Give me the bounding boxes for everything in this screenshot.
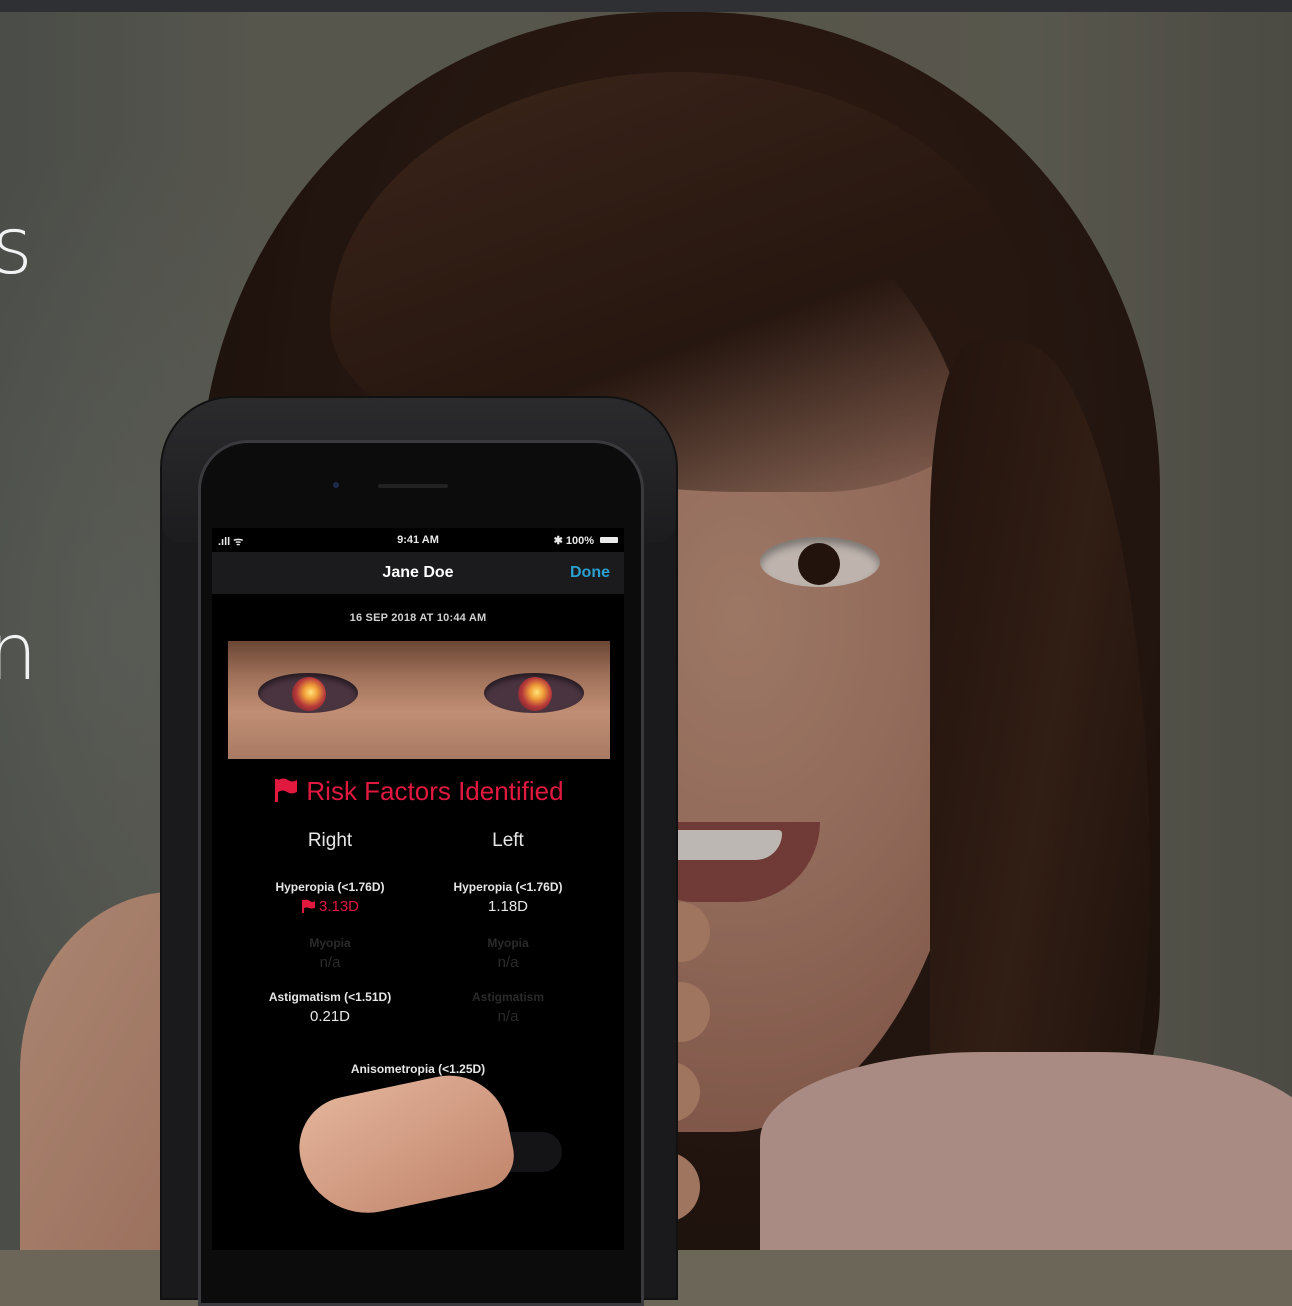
metric-label: Hyperopia (<1.76D) xyxy=(275,880,385,894)
right-eye xyxy=(258,673,358,713)
right-hyperopia-value: 3.13D xyxy=(318,898,360,915)
anisometropia: Anisometropia (<1.25D) xyxy=(212,1062,624,1076)
metric-label: Hyperopia (<1.76D) xyxy=(453,880,563,894)
done-button[interactable]: Done xyxy=(570,564,610,582)
eye-scan-image xyxy=(228,641,610,759)
battery-label: ✱ 100% xyxy=(553,535,594,547)
metric-label: Myopia xyxy=(487,936,529,950)
left-astigmatism: Astigmatism n/a xyxy=(418,990,598,1025)
column-right: Right xyxy=(307,830,353,851)
risk-factors-heading: Risk Factors Identified xyxy=(212,776,624,807)
left-eye xyxy=(484,673,584,713)
speaker-grille xyxy=(378,484,448,488)
metric-value: n/a xyxy=(319,954,341,971)
left-hyperopia: Hyperopia (<1.76D) 1.18D xyxy=(418,880,598,915)
right-astigmatism: Astigmatism (<1.51D) 0.21D xyxy=(240,990,420,1025)
battery-icon xyxy=(600,537,618,543)
metric-value: 1.18D xyxy=(487,898,529,915)
flag-icon xyxy=(301,899,315,913)
exam-timestamp: 16 SEP 2018 AT 10:44 AM xyxy=(349,612,487,624)
right-myopia: Myopia n/a xyxy=(240,936,420,971)
left-pupil-reflex xyxy=(518,677,552,711)
right-pupil-reflex xyxy=(292,677,326,711)
metric-label: Astigmatism (<1.51D) xyxy=(268,990,392,1004)
top-bar xyxy=(0,0,1292,12)
headline-fragment: s xyxy=(0,202,33,292)
right-hyperopia: Hyperopia (<1.76D) 3.13D xyxy=(240,880,420,915)
metric-label: Myopia xyxy=(309,936,351,950)
flag-icon xyxy=(275,778,298,802)
metric-value: 3.13D xyxy=(240,898,420,915)
column-left: Left xyxy=(492,830,524,851)
metric-label: Anisometropia (<1.25D) xyxy=(350,1062,486,1076)
metric-label: Astigmatism xyxy=(471,990,545,1004)
metric-value: n/a xyxy=(497,1008,519,1025)
front-camera-icon xyxy=(333,482,339,488)
metric-value: 0.21D xyxy=(309,1008,351,1025)
nav-bar: Jane Doe Done xyxy=(212,552,624,594)
metric-value: n/a xyxy=(497,954,519,971)
status-bar: .ıll ᯤ 9:41 AM ✱ 100% xyxy=(212,528,624,552)
nav-title: Jane Doe xyxy=(382,564,454,581)
left-myopia: Myopia n/a xyxy=(418,936,598,971)
headline-fragment: n xyxy=(0,608,38,698)
risk-factors-label: Risk Factors Identified xyxy=(306,776,564,806)
